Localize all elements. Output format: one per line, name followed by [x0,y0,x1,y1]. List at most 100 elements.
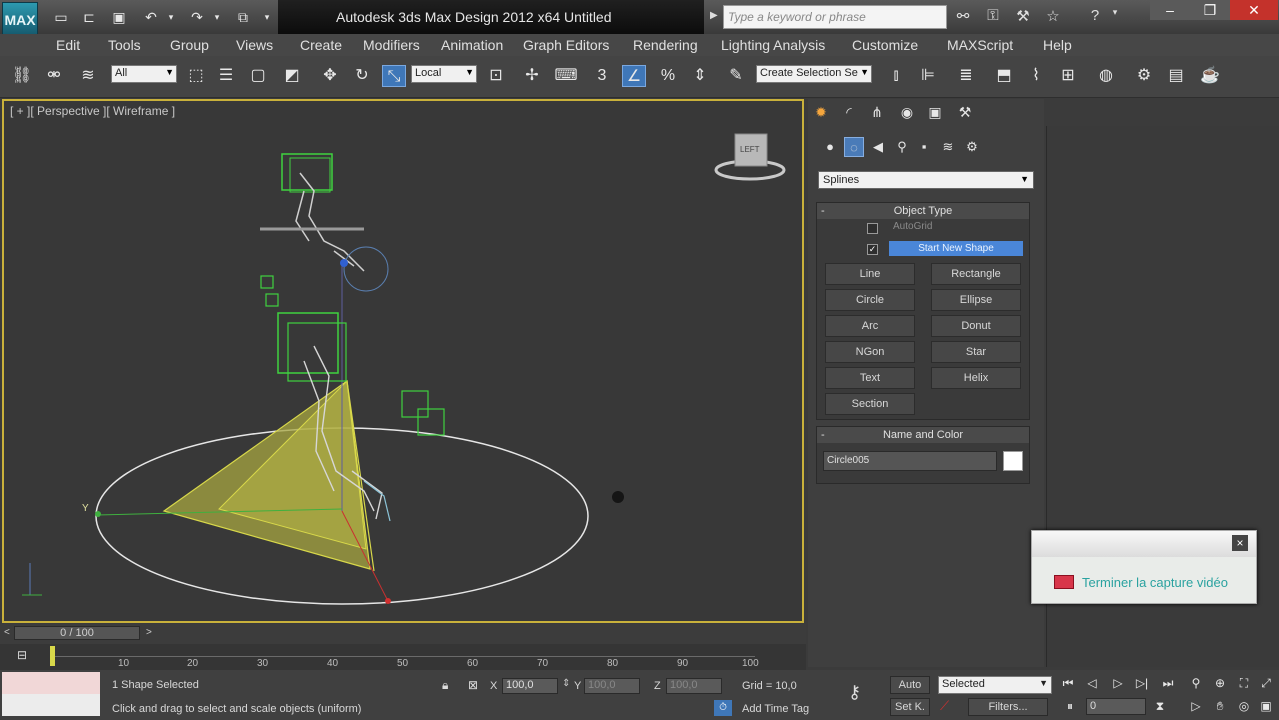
curve-editor-icon[interactable]: ⌇ [1024,65,1048,87]
section-button[interactable]: Section [825,393,915,415]
selection-filter-dropdown[interactable]: All ▼ [111,65,177,83]
selection-lock-icon[interactable]: 🔒︎ [442,678,448,693]
create-tab-icon[interactable]: ✹ [810,101,832,123]
maxscript-input[interactable] [2,694,100,716]
notification-close-button[interactable]: × [1232,535,1248,551]
undo-dropdown-icon[interactable]: ▾ [160,6,182,28]
donut-button[interactable]: Donut [931,315,1021,337]
previous-frame-icon[interactable]: ◁ [1082,673,1102,693]
set-key-icon[interactable]: ⚷ [848,682,861,703]
rectangular-selection-region-icon[interactable]: ▢ [246,65,270,87]
menu-create[interactable]: Create [300,37,342,53]
add-time-tag[interactable]: Add Time Tag [742,703,809,715]
star-button[interactable]: Star [931,341,1021,363]
ellipse-button[interactable]: Ellipse [931,289,1021,311]
key-mode-dropdown[interactable]: Selected ▼ [938,676,1052,694]
select-and-manipulate-icon[interactable]: ✢ [520,65,544,87]
mirror-icon[interactable]: ⫾ [884,65,908,87]
menu-help[interactable]: Help [1043,37,1072,53]
new-file-icon[interactable]: ▭ [50,6,72,28]
application-menu-button[interactable]: MAX [2,2,38,38]
object-category-dropdown[interactable]: Splines ▼ [818,171,1034,189]
next-frame-icon[interactable]: ▷| [1132,673,1152,693]
subscription-key-icon[interactable]: ⚿ [982,7,1004,27]
percent-snap-icon[interactable]: % [656,65,680,87]
render-setup-icon[interactable]: ⚙ [1132,65,1156,87]
binoculars-icon[interactable]: ⚯ [952,7,974,27]
named-selection-set-dropdown[interactable]: Create Selection Se ▼ [756,65,872,83]
line-button[interactable]: Line [825,263,915,285]
time-configuration-icon[interactable]: ⧗ [1150,696,1170,716]
help-dropdown-icon[interactable]: ▾ [1104,7,1126,27]
graphite-modeling-tools-icon[interactable]: ⬒ [992,65,1016,87]
viewport-label[interactable]: [ + ][ Perspective ][ Wireframe ] [10,104,175,118]
perspective-viewport[interactable]: [ + ][ Perspective ][ Wireframe ] LEFT Y [2,99,804,623]
redo-dropdown-icon[interactable]: ▾ [206,6,228,28]
object-color-swatch[interactable] [1003,451,1023,471]
lights-icon[interactable]: ◀ [868,137,888,157]
go-to-end-icon[interactable]: ⏭ [1158,673,1178,693]
circle-button[interactable]: Circle [825,289,915,311]
absolute-mode-icon[interactable]: ⊠ [468,678,478,692]
project-folder-icon[interactable]: ⧉ [232,6,254,28]
rectangle-button[interactable]: Rectangle [931,263,1021,285]
viewcube-face-label[interactable]: LEFT [740,145,760,154]
modify-tab-icon[interactable]: ◜ [838,101,860,123]
unlink-selection-icon[interactable]: ⚮ [42,65,66,87]
key-filters-button[interactable]: Filters... [968,698,1048,716]
menu-customize[interactable]: Customize [852,37,918,53]
x-coordinate-input[interactable]: 100,0 [502,678,558,694]
search-expand-icon[interactable]: ▶ [710,10,718,21]
stop-capture-link[interactable]: Terminer la capture vidéo [1082,575,1228,590]
text-button[interactable]: Text [825,367,915,389]
current-frame-input[interactable]: 0 [1086,698,1146,715]
spinner-snap-icon[interactable]: ⇕ [688,65,712,87]
motion-tab-icon[interactable]: ◉ [896,101,918,123]
object-type-header[interactable]: - Object Type [817,203,1029,219]
pivot-center-icon[interactable]: ⊡ [484,65,508,87]
angle-snap-icon[interactable]: ∠ [622,65,646,87]
keyboard-shortcut-override-icon[interactable]: ⌨ [554,65,578,87]
hierarchy-tab-icon[interactable]: ⋔ [866,101,888,123]
select-and-link-icon[interactable]: ⛓ [10,65,34,87]
time-prev-icon[interactable]: < [4,627,10,638]
close-window-button[interactable]: ✕ [1230,0,1278,20]
start-new-shape-button[interactable]: Start New Shape [889,241,1023,256]
select-and-move-icon[interactable]: ✥ [318,65,342,87]
help-icon[interactable]: ? [1084,7,1106,27]
menu-modifiers[interactable]: Modifiers [363,37,420,53]
schematic-view-icon[interactable]: ⊞ [1056,65,1080,87]
rendered-frame-window-icon[interactable]: ▤ [1164,65,1188,87]
time-tag-icon[interactable]: ⏱ [714,700,732,716]
start-new-shape-checkbox[interactable]: ✓ [867,244,878,255]
time-next-icon[interactable]: > [146,627,152,638]
select-and-scale-icon[interactable]: ⤡ [382,65,406,87]
reference-coordinate-dropdown[interactable]: Local ▼ [411,65,477,83]
time-slider-thumb[interactable]: 0 / 100 [14,626,140,640]
x-spinner-icon[interactable]: ⇕ [562,678,570,689]
menu-edit[interactable]: Edit [56,37,80,53]
utilities-tab-icon[interactable]: ⚒ [954,101,976,123]
maximize-viewport-icon[interactable]: ▣ [1256,696,1276,716]
play-icon[interactable]: ▷ [1108,673,1128,693]
edit-named-selection-icon[interactable]: ✎ [724,65,748,87]
zoom-icon[interactable]: ⚲ [1186,673,1206,693]
open-file-icon[interactable]: ⊏ [78,6,100,28]
communication-center-icon[interactable]: ⚒ [1012,7,1034,27]
helix-button[interactable]: Helix [931,367,1021,389]
z-coordinate-input[interactable]: 100,0 [666,678,722,694]
save-file-icon[interactable]: ▣ [108,6,130,28]
systems-icon[interactable]: ⚙ [962,137,982,157]
helpers-icon[interactable]: ▪ [914,137,934,157]
redo-icon[interactable]: ↷ [186,6,208,28]
display-tab-icon[interactable]: ▣ [924,101,946,123]
cameras-icon[interactable]: ⚲ [892,137,912,157]
name-and-color-header[interactable]: - Name and Color [817,427,1029,443]
render-production-icon[interactable]: ☕ [1198,65,1222,87]
space-warps-icon[interactable]: ≋ [938,137,958,157]
shapes-icon[interactable]: ◌ [844,137,864,157]
field-of-view-icon[interactable]: ▷ [1186,696,1206,716]
orbit-icon[interactable]: ◎ [1234,696,1254,716]
maxscript-macro-recorder[interactable] [2,672,100,694]
material-editor-icon[interactable]: ◍ [1094,65,1118,87]
